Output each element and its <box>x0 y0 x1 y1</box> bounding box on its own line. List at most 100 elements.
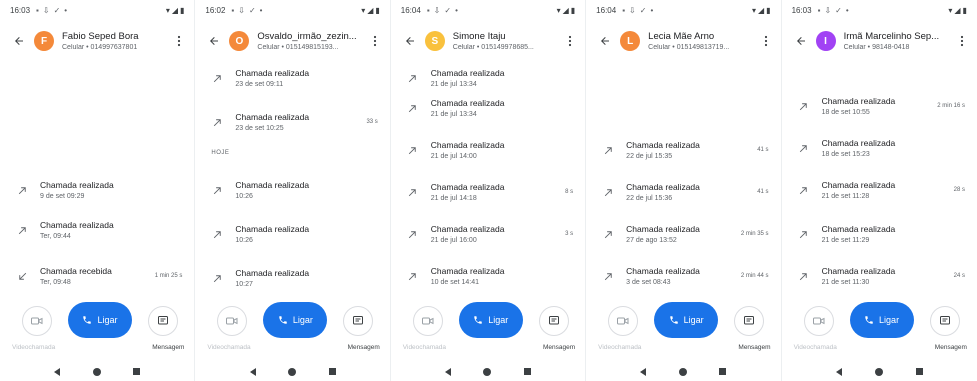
nav-recents-icon[interactable] <box>915 368 923 375</box>
message-label: Mensagem <box>347 344 380 351</box>
battery-icon: ▮ <box>962 5 967 15</box>
call-made-icon <box>213 186 221 194</box>
nav-home-icon[interactable] <box>483 367 492 376</box>
dot-icon: • <box>259 5 263 15</box>
video-call-button[interactable] <box>412 306 443 336</box>
contact-name: Osvaldo_irmão_zezin... <box>257 31 357 42</box>
back-button[interactable] <box>594 30 616 52</box>
call-row[interactable]: Chamada realizada 10:26 <box>195 216 389 252</box>
navigation-bar <box>586 362 780 381</box>
system-icons: ▾ ◢ ▮ <box>752 6 771 15</box>
call-made-icon <box>799 102 807 110</box>
nav-back-icon[interactable] <box>249 367 256 376</box>
nav-recents-icon[interactable] <box>133 368 141 375</box>
call-date: Ter, 09:48 <box>40 279 71 286</box>
video-call-button[interactable] <box>217 306 248 336</box>
status-bar: 16:04 ▪ ⇩ ✓ • ▾ ◢ ▮ <box>586 0 780 20</box>
back-button[interactable] <box>399 30 421 52</box>
call-row[interactable]: Chamada realizada 21 de jul 14:18 8 s <box>391 174 585 210</box>
more-options-button[interactable] <box>759 31 773 51</box>
signal-icon: ◢ <box>758 5 765 15</box>
nav-back-icon[interactable] <box>54 367 61 376</box>
back-button[interactable] <box>8 30 30 52</box>
call-row[interactable]: Chamada realizada 9 de set 09:29 <box>0 172 194 208</box>
nav-back-icon[interactable] <box>640 367 647 376</box>
nav-home-icon[interactable] <box>874 367 883 376</box>
nav-home-icon[interactable] <box>678 367 687 376</box>
download-icon: ⇩ <box>238 5 245 15</box>
nav-back-icon[interactable] <box>445 367 451 376</box>
signal-icon: ◢ <box>171 5 178 15</box>
call-row[interactable]: Chamada realizada 10:26 <box>195 172 389 208</box>
call-row[interactable]: Chamada realizada 21 de jul 14:00 <box>391 132 585 168</box>
call-text: Chamada realizada 21 de set 11:28 <box>822 180 954 200</box>
system-icons: ▾ ◢ ▮ <box>361 6 380 15</box>
call-text: Chamada realizada 21 de jul 16:00 <box>431 224 565 244</box>
status-bar: 16:02 ▪ ⇩ ✓ • ▾ ◢ ▮ <box>195 0 389 20</box>
message-button[interactable] <box>734 306 765 336</box>
action-labels: Videochamada Mensagem <box>782 344 977 356</box>
avatar: L <box>620 31 641 51</box>
call-row[interactable]: Chamada realizada 21 de jul 16:00 3 s <box>391 216 585 252</box>
more-options-button[interactable] <box>955 31 969 51</box>
more-options-button[interactable] <box>172 31 186 51</box>
action-bar: Ligar <box>782 302 977 342</box>
signal-icon: ◢ <box>367 5 374 15</box>
nav-recents-icon[interactable] <box>523 368 531 375</box>
call-duration: 2 min 16 s <box>937 103 965 109</box>
call-row[interactable]: Chamada realizada 22 de jul 15:35 41 s <box>586 132 780 168</box>
avatar-letter: S <box>431 35 439 47</box>
message-button[interactable] <box>538 306 569 336</box>
call-button[interactable]: Ligar <box>849 302 914 338</box>
call-row[interactable]: Chamada recebida Ter, 09:48 1 min 25 s <box>0 258 194 294</box>
call-row[interactable]: Chamada realizada 23 de set 09:11 <box>195 60 389 96</box>
call-row[interactable]: Chamada realizada 22 de jul 15:36 41 s <box>586 174 780 210</box>
call-text: Chamada realizada 21 de set 11:29 <box>822 224 965 244</box>
call-row[interactable]: Chamada realizada 23 de set 10:25 33 s <box>195 104 389 140</box>
message-button[interactable] <box>343 306 374 336</box>
call-row[interactable]: Chamada realizada 21 de jul 13:34 <box>391 90 585 126</box>
video-call-button[interactable] <box>22 306 52 336</box>
call-row[interactable]: Chamada realizada 21 de set 11:29 <box>782 216 977 252</box>
more-vert-icon <box>569 35 572 47</box>
call-button[interactable]: Ligar <box>68 302 132 338</box>
message-button[interactable] <box>929 306 960 336</box>
call-text: Chamada realizada 22 de jul 15:35 <box>626 140 757 160</box>
call-row[interactable]: Chamada realizada 27 de ago 13:52 2 min 35… <box>586 216 780 252</box>
nav-back-icon[interactable] <box>835 367 842 376</box>
video-call-button[interactable] <box>608 306 639 336</box>
back-button[interactable] <box>203 30 225 52</box>
call-text: Chamada realizada 23 de set 10:25 <box>235 112 366 132</box>
back-button[interactable] <box>790 30 812 52</box>
status-time: 16:03 <box>10 5 31 15</box>
download-icon: ⇩ <box>629 5 636 15</box>
nav-recents-icon[interactable] <box>328 368 336 375</box>
call-history-list: Chamada realizada 18 de set 10:55 2 min 16… <box>782 60 977 300</box>
call-button[interactable]: Ligar <box>654 302 719 338</box>
more-options-button[interactable] <box>563 31 577 51</box>
call-row[interactable]: Chamada realizada 21 de set 11:30 24 s <box>782 258 977 294</box>
call-title: Chamada realizada <box>821 180 896 190</box>
nav-recents-icon[interactable] <box>719 368 727 375</box>
call-row[interactable]: Chamada realizada 3 de set 08:43 2 min 44 … <box>586 258 780 294</box>
avatar-letter: L <box>627 35 634 47</box>
call-row[interactable]: Chamada realizada 10:27 <box>195 260 389 296</box>
video-call-label: Videochamada <box>12 344 56 351</box>
message-button[interactable] <box>148 306 178 336</box>
nav-home-icon[interactable] <box>288 367 297 376</box>
call-made-icon <box>18 226 26 234</box>
call-button[interactable]: Ligar <box>458 302 523 338</box>
video-call-button[interactable] <box>803 306 834 336</box>
call-row[interactable]: Chamada realizada 10 de set 14:41 <box>391 258 585 294</box>
call-title: Chamada realizada <box>40 220 114 230</box>
phone-screen-5: 16:03 ▪ ⇩ ✓ • ▾ ◢ ▮ I Irmã Marcelinho Se… <box>781 0 977 381</box>
nav-home-icon[interactable] <box>92 367 101 376</box>
contact-number: Celular • 98148-0418 <box>843 44 910 51</box>
call-row[interactable]: Chamada realizada Ter, 09:44 <box>0 212 194 248</box>
call-button[interactable]: Ligar <box>263 302 328 338</box>
more-options-button[interactable] <box>368 31 382 51</box>
call-row[interactable]: Chamada realizada 18 de set 15:23 <box>782 130 977 166</box>
call-made-icon <box>213 74 221 82</box>
call-row[interactable]: Chamada realizada 21 de set 11:28 28 s <box>782 172 977 208</box>
call-row[interactable]: Chamada realizada 18 de set 10:55 2 min 16… <box>782 88 977 124</box>
